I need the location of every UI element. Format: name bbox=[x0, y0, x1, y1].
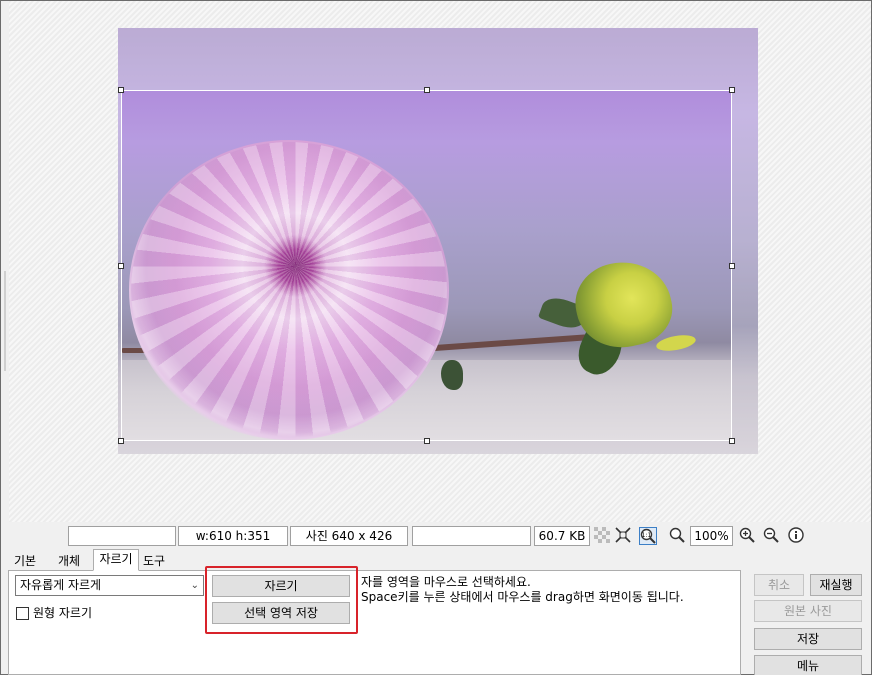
save-selection-button[interactable]: 선택 영역 저장 bbox=[212, 602, 350, 624]
crop-handle-top-left[interactable] bbox=[118, 87, 124, 93]
splitter-handle[interactable] bbox=[4, 271, 6, 371]
crop-instructions: 자를 영역을 마우스로 선택하세요. Space키를 누른 상태에서 마우스를 … bbox=[361, 575, 684, 605]
zoom-out-icon[interactable] bbox=[762, 527, 780, 545]
circle-crop-checkbox[interactable] bbox=[16, 607, 29, 620]
crop-handle-bottom-left[interactable] bbox=[118, 438, 124, 444]
info-icon[interactable] bbox=[787, 527, 805, 545]
save-button[interactable]: 저장 bbox=[754, 628, 862, 650]
circle-crop-label: 원형 자르기 bbox=[33, 606, 93, 620]
crop-rectangle[interactable] bbox=[121, 90, 732, 441]
svg-text:1:1: 1:1 bbox=[642, 532, 652, 539]
crop-handle-left[interactable] bbox=[118, 263, 124, 269]
zoom-in-icon[interactable] bbox=[738, 527, 756, 545]
transparency-icon[interactable] bbox=[593, 527, 611, 545]
zoom-icon[interactable] bbox=[668, 527, 686, 545]
photo-size: 사진 640 x 426 bbox=[290, 526, 408, 546]
actual-size-icon[interactable]: 1:1 bbox=[639, 527, 657, 545]
crop-mode-select[interactable]: 자유롭게 자르게 ⌄ bbox=[15, 575, 204, 596]
selection-dimensions: w:610 h:351 bbox=[178, 526, 288, 546]
crop-handle-top-right[interactable] bbox=[729, 87, 735, 93]
crop-instruction-line-1: 자를 영역을 마우스로 선택하세요. bbox=[361, 575, 531, 589]
status-bar: w:610 h:351 사진 640 x 426 60.7 KB 1:1 100… bbox=[0, 524, 872, 548]
status-box-empty-2 bbox=[412, 526, 531, 546]
tab-object[interactable]: 개체 bbox=[52, 551, 86, 570]
crop-handle-top[interactable] bbox=[424, 87, 430, 93]
crop-handle-right[interactable] bbox=[729, 263, 735, 269]
original-photo-button[interactable]: 원본 사진 bbox=[754, 600, 862, 622]
tab-tools[interactable]: 도구 bbox=[139, 551, 169, 570]
tab-crop[interactable]: 자르기 bbox=[93, 549, 139, 571]
zoom-level: 100% bbox=[690, 526, 733, 546]
cancel-button[interactable]: 취소 bbox=[754, 574, 804, 596]
chevron-down-icon: ⌄ bbox=[190, 580, 199, 591]
status-box-empty bbox=[68, 526, 176, 546]
file-size: 60.7 KB bbox=[534, 526, 590, 546]
crop-mode-value: 자유롭게 자르게 bbox=[20, 578, 102, 592]
left-gutter bbox=[1, 1, 9, 522]
menu-button[interactable]: 메뉴 bbox=[754, 655, 862, 675]
redo-button[interactable]: 재실행 bbox=[810, 574, 862, 596]
tab-basic[interactable]: 기본 bbox=[8, 551, 42, 570]
crop-handle-bottom-right[interactable] bbox=[729, 438, 735, 444]
crop-handle-bottom[interactable] bbox=[424, 438, 430, 444]
crop-button[interactable]: 자르기 bbox=[212, 575, 350, 597]
crop-instruction-line-2: Space키를 누른 상태에서 마우스를 drag하면 화면이동 됩니다. bbox=[361, 590, 684, 604]
fit-window-icon[interactable] bbox=[614, 527, 632, 545]
